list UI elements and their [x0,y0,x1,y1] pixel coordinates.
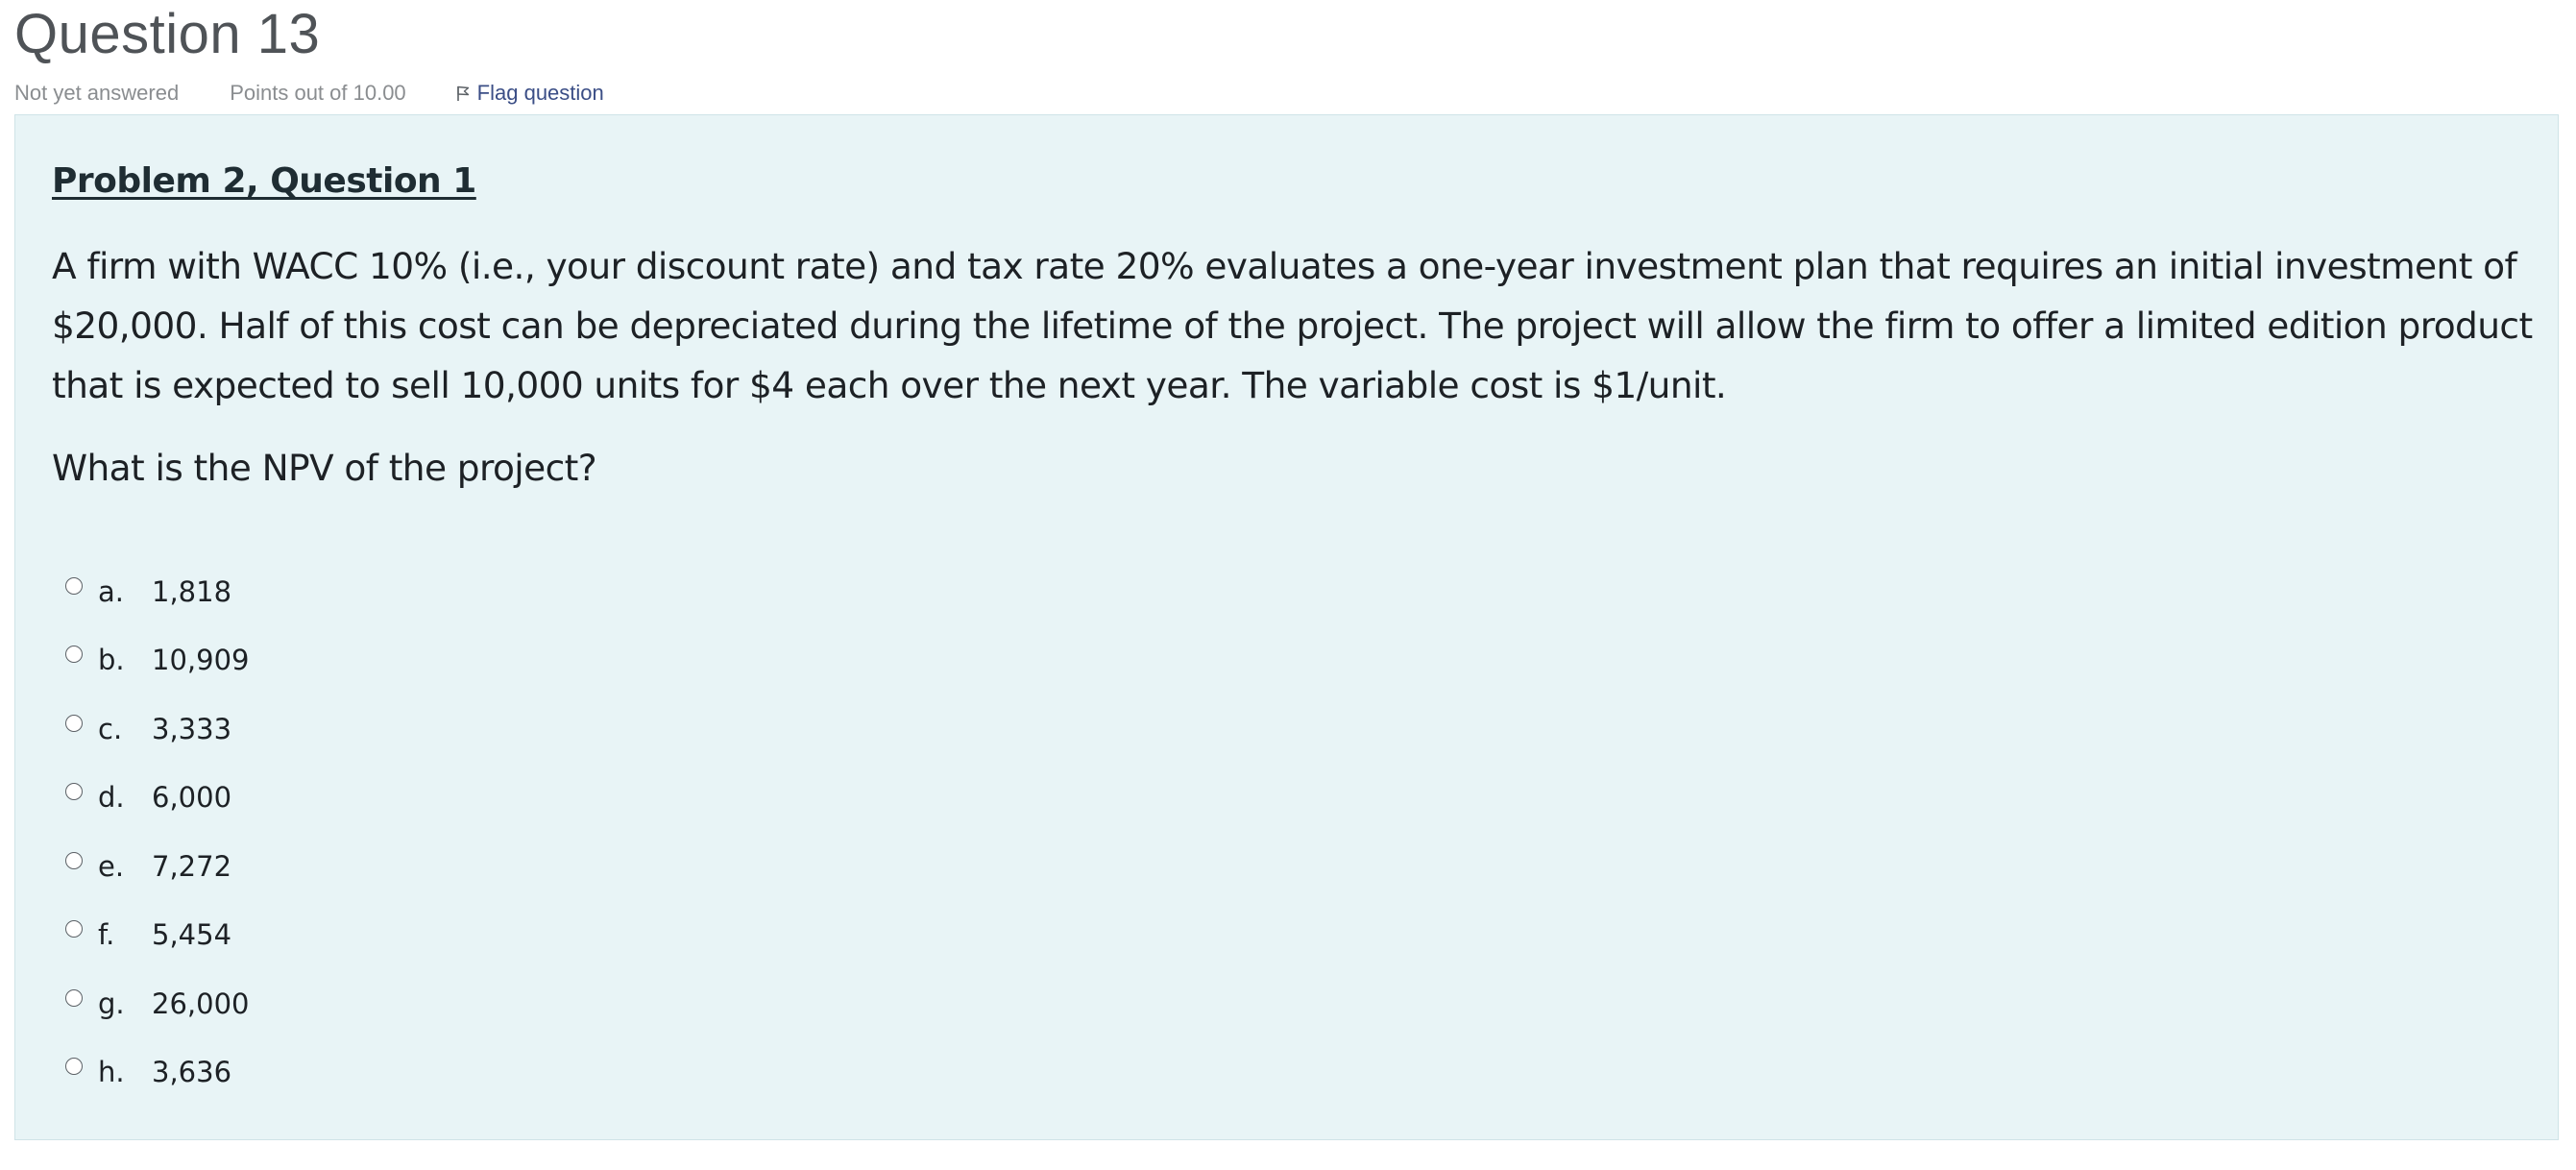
answer-option-f[interactable]: f. 5,454 [65,901,249,970]
answer-option-d[interactable]: d. 6,000 [65,764,249,833]
flag-question-link[interactable]: Flag question [456,81,604,106]
radio-button[interactable] [65,988,83,1007]
flag-question-label[interactable]: Flag question [477,81,604,106]
answer-letter: f. [98,918,115,952]
radio-button[interactable] [65,576,83,595]
radio-button[interactable] [65,1058,83,1076]
question-prompt: What is the NPV of the project? [52,447,597,489]
answer-value[interactable]: 10,909 [152,644,249,676]
problem-heading: Problem 2, Question 1 [52,161,476,201]
answer-value[interactable]: 3,333 [152,713,231,745]
question-title: Question 13 [14,3,321,65]
answer-value[interactable]: 6,000 [152,781,231,814]
answer-option-h[interactable]: h. 3,636 [65,1038,249,1108]
answer-value[interactable]: 1,818 [152,575,231,608]
answer-value[interactable]: 3,636 [152,1056,231,1088]
problem-text: A firm with WACC 10% (i.e., your discoun… [52,245,2533,406]
answer-letter: g. [98,987,125,1020]
radio-button[interactable] [65,714,83,732]
answer-option-b[interactable]: b. 10,909 [65,626,249,695]
flag-icon [456,85,469,101]
question-content-panel: Problem 2, Question 1 A firm with WACC 1… [14,114,2559,1140]
answer-value[interactable]: 26,000 [152,987,249,1020]
answer-value[interactable]: 7,272 [152,850,231,883]
answer-options: a. 1,818 b. 10,909 c. 3,333 d. 6,000 e. … [65,557,249,1107]
answer-letter: h. [98,1056,125,1089]
answer-option-a[interactable]: a. 1,818 [65,557,249,626]
answer-letter: e. [98,849,125,883]
answer-letter: c. [98,712,123,745]
answer-option-e[interactable]: e. 7,272 [65,832,249,901]
question-grade: Points out of 10.00 [230,81,406,105]
answer-letter: b. [98,644,125,677]
question-status: Not yet answered [14,81,180,105]
radio-button[interactable] [65,783,83,801]
answer-letter: a. [98,574,124,608]
radio-button[interactable] [65,851,83,869]
radio-button[interactable] [65,646,83,664]
question-info: Not yet answered Points out of 10.00 Fla… [14,77,604,110]
radio-button[interactable] [65,920,83,938]
answer-letter: d. [98,781,125,815]
answer-option-c[interactable]: c. 3,333 [65,695,249,764]
answer-value[interactable]: 5,454 [152,918,231,951]
answer-option-g[interactable]: g. 26,000 [65,969,249,1038]
